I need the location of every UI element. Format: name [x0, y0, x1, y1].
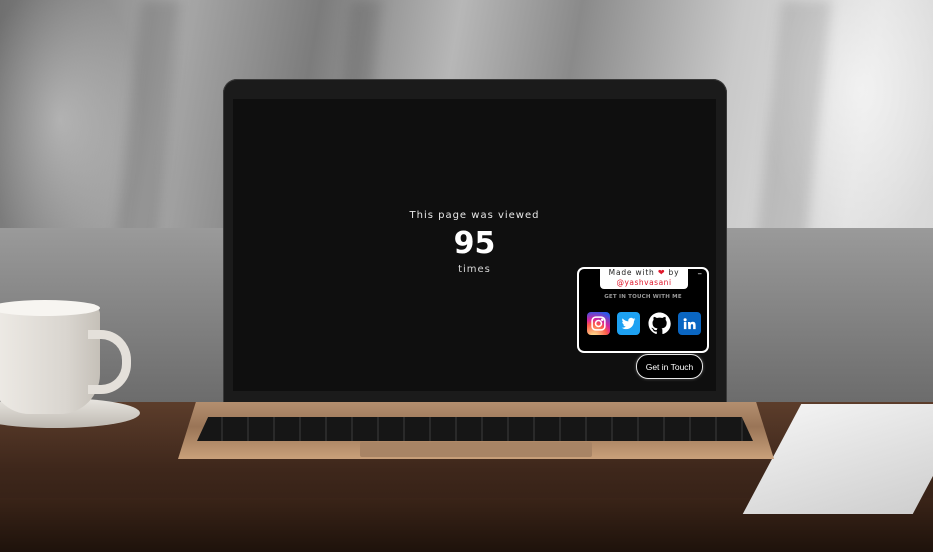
- widget-title: GET IN TOUCH WITH ME: [604, 294, 682, 300]
- coffee-cup: [0, 306, 100, 414]
- views-label: This page was viewed: [409, 210, 540, 221]
- made-with-prefix: Made with: [608, 268, 655, 277]
- github-icon[interactable]: [648, 312, 671, 335]
- heart-icon: ❤: [657, 268, 666, 277]
- made-with-badge: Made with ❤ by @yashvasani: [600, 267, 688, 289]
- instagram-icon[interactable]: [587, 312, 610, 335]
- social-icons: [587, 312, 701, 335]
- view-count: 95: [453, 226, 496, 261]
- linkedin-icon[interactable]: [677, 312, 701, 335]
- contact-widget: Made with ❤ by @yashvasani – GET IN TOUC…: [577, 267, 709, 353]
- laptop-keyboard: [197, 417, 753, 441]
- laptop-trackpad: [360, 442, 592, 457]
- made-with-suffix: by: [668, 268, 680, 277]
- twitter-icon[interactable]: [617, 312, 641, 335]
- author-handle-link[interactable]: @yashvasani: [600, 278, 688, 288]
- get-in-touch-button[interactable]: Get in Touch: [636, 354, 703, 379]
- minimize-button[interactable]: –: [698, 269, 703, 279]
